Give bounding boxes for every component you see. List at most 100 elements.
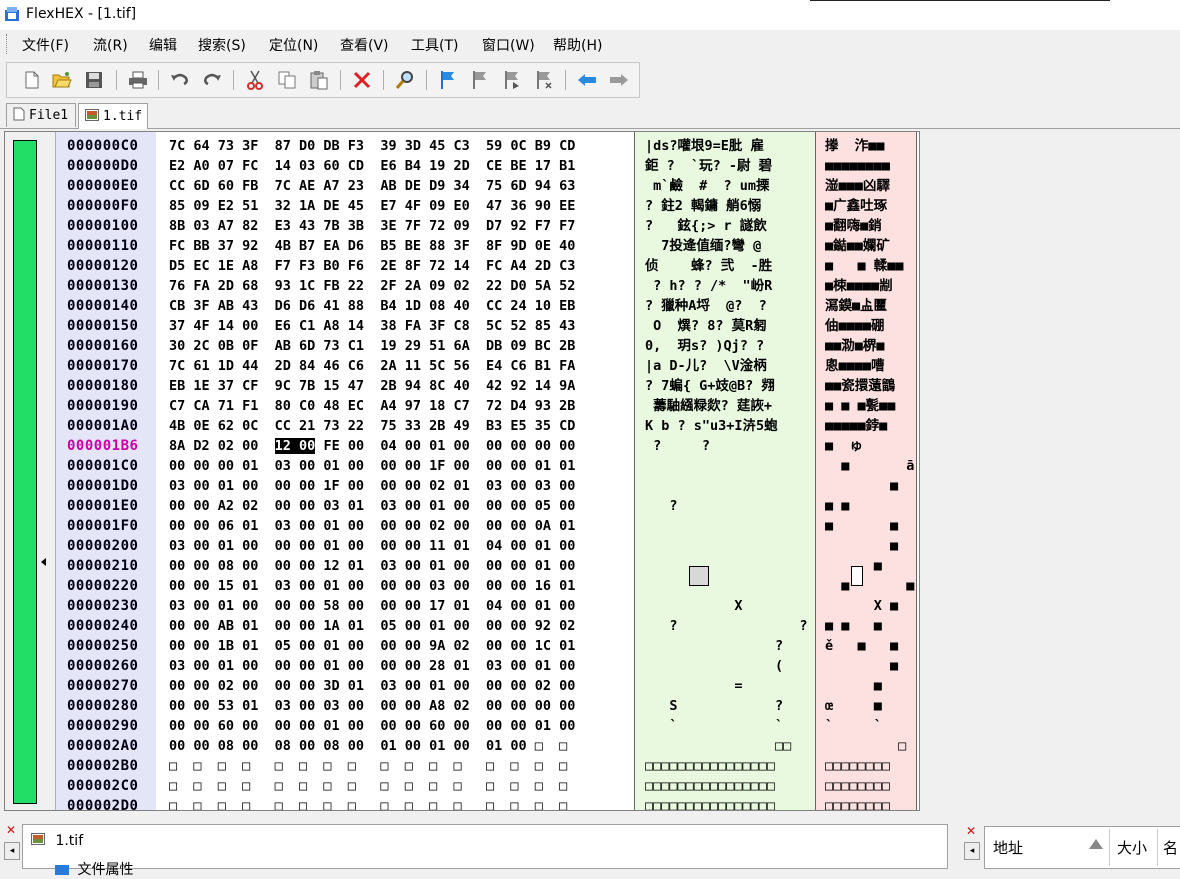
row-ascii-text[interactable]: 薵駎繦粶欻? 莛詼+	[645, 396, 815, 416]
row-ascii-text[interactable]: (	[645, 656, 815, 676]
row-hex-bytes[interactable]: 7C 64 73 3F 87 D0 DB F3 39 3D 45 C3 59 0…	[169, 136, 575, 156]
tree-item-file-properties[interactable]: 文件属性	[55, 859, 133, 879]
row-unicode-text[interactable]: ■■瓷擐薳鶹	[825, 376, 917, 396]
row-unicode-text[interactable]: ■	[825, 556, 917, 576]
row-hex-bytes[interactable]: 37 4F 14 00 E6 C1 A8 14 38 FA 3F C8 5C 5…	[169, 316, 575, 336]
row-unicode-text[interactable]: □□□□□□□□	[825, 756, 917, 776]
row-unicode-text[interactable]: 潂■■■凶驛	[825, 176, 917, 196]
row-ascii-text[interactable]: |a D-儿? \V淦柄	[645, 356, 815, 376]
row-unicode-text[interactable]: 搼 泎■■	[825, 136, 917, 156]
row-hex-bytes[interactable]: 85 09 E2 51 32 1A DE 45 E7 4F 09 E0 47 3…	[169, 196, 575, 216]
menu-window[interactable]: 窗口(W)	[482, 35, 535, 55]
row-unicode-text[interactable]: ■ ■	[825, 576, 917, 596]
selected-bytes[interactable]: 12 00	[274, 438, 316, 454]
column-divider[interactable]	[1109, 829, 1110, 866]
menu-view[interactable]: 查看(V)	[340, 35, 389, 55]
row-ascii-text[interactable]: ? 鉉{;> r 譢飲	[645, 216, 815, 236]
close-icon[interactable]: ✕	[966, 824, 976, 838]
row-ascii-text[interactable]: 7投逄值缅?彎 @	[645, 236, 815, 256]
row-unicode-text[interactable]: ■鐑■■孄矿	[825, 236, 917, 256]
row-hex-bytes[interactable]: CB 3F AB 43 D6 D6 41 88 B4 1D 08 40 CC 2…	[169, 296, 575, 316]
row-unicode-text[interactable]: ě ■ ■	[825, 636, 917, 656]
row-unicode-text[interactable]: œ ■	[825, 696, 917, 716]
row-ascii-text[interactable]: 鉅 ? `玩? -尉 碧	[645, 156, 815, 176]
undo-icon[interactable]	[168, 68, 192, 92]
row-unicode-text[interactable]: ■翻嗨■銷	[825, 216, 917, 236]
row-unicode-text[interactable]: ■	[825, 676, 917, 696]
row-hex-bytes[interactable]: 76 FA 2D 68 93 1C FB 22 2F 2A 09 02 22 D…	[169, 276, 575, 296]
row-unicode-text[interactable]: 伷■■■■硼	[825, 316, 917, 336]
row-hex-bytes[interactable]: CC 6D 60 FB 7C AE A7 23 AB DE D9 34 75 6…	[169, 176, 575, 196]
row-ascii-text[interactable]: =	[645, 676, 815, 696]
row-unicode-text[interactable]: 悤■■■■嘈	[825, 356, 917, 376]
row-hex-bytes[interactable]: FC BB 37 92 4B B7 EA D6 B5 BE 88 3F 8F 9…	[169, 236, 575, 256]
row-ascii-text[interactable]: 侦 蜂? 弐 -胜	[645, 256, 815, 276]
row-unicode-text[interactable]: ■	[825, 476, 917, 496]
row-hex-bytes[interactable]: 00 00 15 01 03 00 01 00 00 00 03 00 00 0…	[169, 576, 575, 596]
row-hex-bytes[interactable]: 4B 0E 62 0C CC 21 73 22 75 33 2B 49 B3 E…	[169, 416, 575, 436]
row-ascii-text[interactable]: ?	[645, 636, 815, 656]
tab-file1[interactable]: File1	[6, 103, 76, 127]
row-ascii-text[interactable]	[645, 456, 815, 476]
row-hex-bytes[interactable]: D5 EC 1E A8 F7 F3 B0 F6 2E 8F 72 14 FC A…	[169, 256, 575, 276]
row-hex-bytes[interactable]: 8A D2 02 00 12 00 FE 00 04 00 01 00 00 0…	[169, 436, 575, 456]
row-ascii-text[interactable]: ? 獵种A埒 @? ?	[645, 296, 815, 316]
row-unicode-text[interactable]: X ■	[825, 596, 917, 616]
row-unicode-text[interactable]: ■ ■ ■	[825, 616, 917, 636]
row-unicode-text[interactable]: ` `	[825, 716, 917, 736]
row-ascii-text[interactable]: □□	[645, 736, 815, 756]
row-unicode-text[interactable]: ■■■■■鋍■	[825, 416, 917, 436]
copy-icon[interactable]	[275, 68, 299, 92]
row-hex-bytes[interactable]: 00 00 08 00 08 00 08 00 01 00 01 00 01 0…	[169, 736, 575, 756]
tab-1-tif[interactable]: 1.tif	[78, 103, 148, 129]
row-hex-bytes[interactable]: □ □ □ □ □ □ □ □ □ □ □ □ □ □ □ □	[169, 776, 575, 796]
column-header-name[interactable]: 名	[1163, 837, 1178, 858]
menu-file[interactable]: 文件(F)	[22, 35, 69, 55]
row-unicode-text[interactable]: ■ ■ 輮■■	[825, 256, 917, 276]
column-divider[interactable]	[1157, 829, 1158, 866]
new-file-icon[interactable]	[20, 68, 44, 92]
row-unicode-text[interactable]: ■	[825, 536, 917, 556]
row-unicode-text[interactable]: ■ ■	[825, 516, 917, 536]
row-hex-bytes[interactable]: 00 00 00 01 03 00 01 00 00 00 1F 00 00 0…	[169, 456, 575, 476]
row-ascii-text[interactable]: ? ?	[645, 616, 815, 636]
row-ascii-text[interactable]: ? 鉒2 輵鏞 艄6愵	[645, 196, 815, 216]
row-unicode-text[interactable]: ■■■■■■■■	[825, 156, 917, 176]
row-unicode-text[interactable]: ■ ā	[825, 456, 917, 476]
row-unicode-text[interactable]: ■	[825, 656, 917, 676]
row-hex-bytes[interactable]: C7 CA 71 F1 80 C0 48 EC A4 97 18 C7 72 D…	[169, 396, 575, 416]
open-folder-icon[interactable]	[50, 68, 74, 92]
bookmark-next-icon[interactable]	[500, 68, 524, 92]
bookmark-flag-icon[interactable]	[436, 68, 460, 92]
menu-stream[interactable]: 流(R)	[93, 35, 128, 55]
row-ascii-text[interactable]: □□□□□□□□□□□□□□□□	[645, 756, 815, 776]
row-hex-bytes[interactable]: 03 00 01 00 00 00 01 00 00 00 28 01 03 0…	[169, 656, 575, 676]
menu-goto[interactable]: 定位(N)	[269, 35, 318, 55]
back-arrow-icon[interactable]	[575, 68, 599, 92]
row-unicode-text[interactable]: ■■泐■楐■	[825, 336, 917, 356]
row-ascii-text[interactable]	[645, 476, 815, 496]
column-header-address[interactable]: 地址	[993, 837, 1023, 858]
row-hex-bytes[interactable]: 8B 03 A7 82 E3 43 7B 3B 3E 7F 72 09 D7 9…	[169, 216, 575, 236]
menu-grip[interactable]	[6, 34, 10, 54]
row-hex-bytes[interactable]: 00 00 AB 01 00 00 1A 01 05 00 01 00 00 0…	[169, 616, 575, 636]
row-hex-bytes[interactable]: 03 00 01 00 00 00 01 00 00 00 11 01 04 0…	[169, 536, 575, 556]
row-ascii-text[interactable]: X	[645, 596, 815, 616]
row-ascii-text[interactable]: ? h? ? /* "岎R	[645, 276, 815, 296]
save-icon[interactable]	[82, 68, 106, 92]
row-hex-bytes[interactable]: 00 00 02 00 00 00 3D 01 03 00 01 00 00 0…	[169, 676, 575, 696]
bookmark-prev-icon[interactable]	[468, 68, 492, 92]
cut-icon[interactable]	[243, 68, 267, 92]
row-ascii-text[interactable]: O 熼? 8? 莫R匑	[645, 316, 815, 336]
menu-tools[interactable]: 工具(T)	[411, 35, 458, 55]
find-icon[interactable]	[393, 68, 417, 92]
row-hex-bytes[interactable]: 30 2C 0B 0F AB 6D 73 C1 19 29 51 6A DB 0…	[169, 336, 575, 356]
menu-search[interactable]: 搜索(S)	[198, 35, 246, 55]
paste-icon[interactable]	[307, 68, 331, 92]
row-ascii-text[interactable]	[645, 536, 815, 556]
row-ascii-text[interactable]: ? ?	[645, 436, 815, 456]
row-hex-bytes[interactable]: 00 00 60 00 00 00 01 00 00 00 60 00 00 0…	[169, 716, 575, 736]
row-ascii-text[interactable]	[645, 516, 815, 536]
row-unicode-text[interactable]: ■ ■ ■甏■■	[825, 396, 917, 416]
file-map-strip[interactable]	[5, 132, 56, 810]
